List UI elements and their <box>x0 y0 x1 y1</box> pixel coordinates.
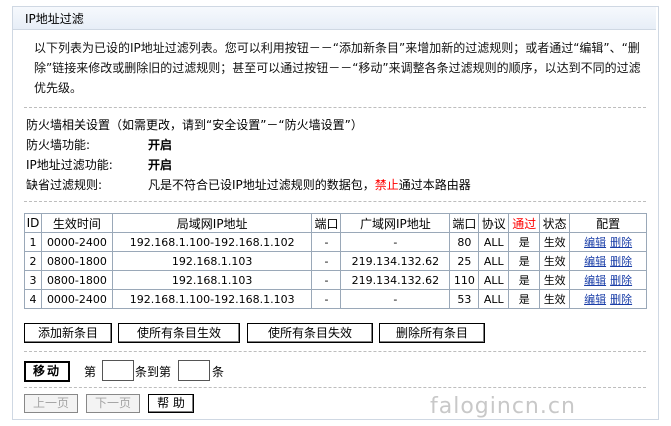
next-page-button[interactable]: 下一页 <box>86 394 140 413</box>
cell-pass: 是 <box>508 270 541 290</box>
cell-wan-ip: - <box>340 232 451 252</box>
watermark: falogincn.cn <box>430 394 576 419</box>
delete-link[interactable]: 删除 <box>610 274 632 287</box>
move-to-input[interactable] <box>178 360 210 381</box>
edit-link[interactable]: 编辑 <box>584 255 606 268</box>
edit-link[interactable]: 编辑 <box>584 274 606 287</box>
cell-id: 3 <box>24 270 42 290</box>
header-protocol: 协议 <box>478 213 510 233</box>
cell-time: 0000-2400 <box>40 289 113 309</box>
cell-lan-ip: 192.168.1.100-192.168.1.102 <box>111 232 313 252</box>
cell-protocol: ALL <box>478 232 510 252</box>
move-from-input[interactable] <box>102 360 134 381</box>
header-config: 配置 <box>569 213 647 233</box>
cell-status: 生效 <box>539 270 571 290</box>
cell-lan-port: - <box>311 289 342 309</box>
cell-time: 0800-1800 <box>40 270 113 290</box>
cell-time: 0800-1800 <box>40 251 113 271</box>
firewall-value: 开启 <box>148 138 173 152</box>
cell-status: 生效 <box>539 289 571 309</box>
table-row: 3 0800-1800 192.168.1.103 - 219.134.132.… <box>24 270 647 290</box>
move-end-label: 条 <box>212 365 225 379</box>
cell-config: 编辑 删除 <box>569 270 647 290</box>
filter-rules-table: ID 生效时间 局域网IP地址 端口 广域网IP地址 端口 协议 通过 状态 配… <box>24 213 647 309</box>
default-rule-forbid: 禁止 <box>374 178 399 192</box>
default-rule-value: 凡是不符合已设IP地址过滤规则的数据包，禁止通过本路由器 <box>148 175 471 195</box>
prev-page-button[interactable]: 上一页 <box>24 394 78 413</box>
move-button[interactable]: 移动 <box>24 361 70 382</box>
cell-protocol: ALL <box>478 289 510 309</box>
description-text: 以下列表为已设的IP地址过滤列表。您可以利用按钮－－“添加新条目”来增加新的过滤… <box>34 41 641 95</box>
table-row: 4 0000-2400 192.168.1.100-192.168.1.103 … <box>24 289 647 309</box>
table-row: 2 0800-1800 192.168.1.103 - 219.134.132.… <box>24 251 647 271</box>
cell-wan-ip: - <box>340 289 451 309</box>
header-lan-ip: 局域网IP地址 <box>111 213 313 233</box>
header-wan-ip: 广域网IP地址 <box>340 213 451 233</box>
cell-wan-port: 80 <box>449 232 480 252</box>
cell-lan-port: - <box>311 251 342 271</box>
edit-link[interactable]: 编辑 <box>584 293 606 306</box>
divider-footer <box>24 387 646 388</box>
page-title: IP地址过滤 <box>25 12 84 26</box>
help-button[interactable]: 帮 助 <box>148 394 194 413</box>
default-rule-label: 缺省过滤规则: <box>26 178 103 192</box>
divider-middle <box>24 201 646 202</box>
cell-lan-ip: 192.168.1.100-192.168.1.103 <box>111 289 313 309</box>
cell-id: 2 <box>24 251 42 271</box>
cell-wan-port: 25 <box>449 251 480 271</box>
table-row: 1 0000-2400 192.168.1.100-192.168.1.102 … <box>24 232 647 252</box>
cell-lan-port: - <box>311 232 342 252</box>
firewall-label: 防火墙功能: <box>26 138 91 152</box>
cell-pass: 是 <box>508 232 541 252</box>
cell-protocol: ALL <box>478 270 510 290</box>
cell-wan-port: 53 <box>449 289 480 309</box>
move-to-label: 条到第 <box>135 365 172 379</box>
header-status: 状态 <box>539 213 571 233</box>
divider-bottom <box>24 351 646 352</box>
cell-config: 编辑 删除 <box>569 289 647 309</box>
cell-lan-ip: 192.168.1.103 <box>111 270 313 290</box>
ip-filter-label: IP地址过滤功能: <box>26 158 113 172</box>
cell-lan-ip: 192.168.1.103 <box>111 251 313 271</box>
cell-id: 4 <box>24 289 42 309</box>
ip-filter-value: 开启 <box>148 158 173 172</box>
delete-link[interactable]: 删除 <box>610 255 632 268</box>
cell-time: 0000-2400 <box>40 232 113 252</box>
disable-all-button[interactable]: 使所有条目失效 <box>247 323 373 343</box>
header-pass: 通过 <box>508 213 541 233</box>
header-wan-port: 端口 <box>449 213 480 233</box>
cell-protocol: ALL <box>478 251 510 271</box>
firewall-settings: 防火墙相关设置（如需更改，请到“安全设置”－“防火墙设置”） 防火墙功能: 开启… <box>26 115 656 195</box>
divider-top <box>24 107 646 108</box>
firewall-heading: 防火墙相关设置（如需更改，请到“安全设置”－“防火墙设置”） <box>26 118 363 132</box>
cell-config: 编辑 删除 <box>569 251 647 271</box>
cell-pass: 是 <box>508 251 541 271</box>
delete-link[interactable]: 删除 <box>610 293 632 306</box>
header-time: 生效时间 <box>40 213 113 233</box>
delete-all-button[interactable]: 删除所有条目 <box>379 323 485 343</box>
cell-config: 编辑 删除 <box>569 232 647 252</box>
title-bar: IP地址过滤 <box>13 7 656 30</box>
default-rule-post: 通过本路由器 <box>398 178 471 192</box>
cell-wan-ip: 219.134.132.62 <box>340 251 451 271</box>
cell-lan-port: - <box>311 270 342 290</box>
cell-id: 1 <box>24 232 42 252</box>
enable-all-button[interactable]: 使所有条目生效 <box>118 323 240 343</box>
cell-status: 生效 <box>539 232 571 252</box>
move-from-label: 第 <box>84 365 97 379</box>
edit-link[interactable]: 编辑 <box>584 236 606 249</box>
cell-status: 生效 <box>539 251 571 271</box>
default-rule-pre: 凡是不符合已设IP地址过滤规则的数据包， <box>148 178 375 192</box>
cell-wan-ip: 219.134.132.62 <box>340 270 451 290</box>
table-header-row: ID 生效时间 局域网IP地址 端口 广域网IP地址 端口 协议 通过 状态 配… <box>24 213 647 233</box>
add-entry-button[interactable]: 添加新条目 <box>24 323 112 343</box>
header-lan-port: 端口 <box>311 213 342 233</box>
cell-pass: 是 <box>508 289 541 309</box>
cell-wan-port: 110 <box>449 270 480 290</box>
delete-link[interactable]: 删除 <box>610 236 632 249</box>
header-id: ID <box>24 213 42 233</box>
